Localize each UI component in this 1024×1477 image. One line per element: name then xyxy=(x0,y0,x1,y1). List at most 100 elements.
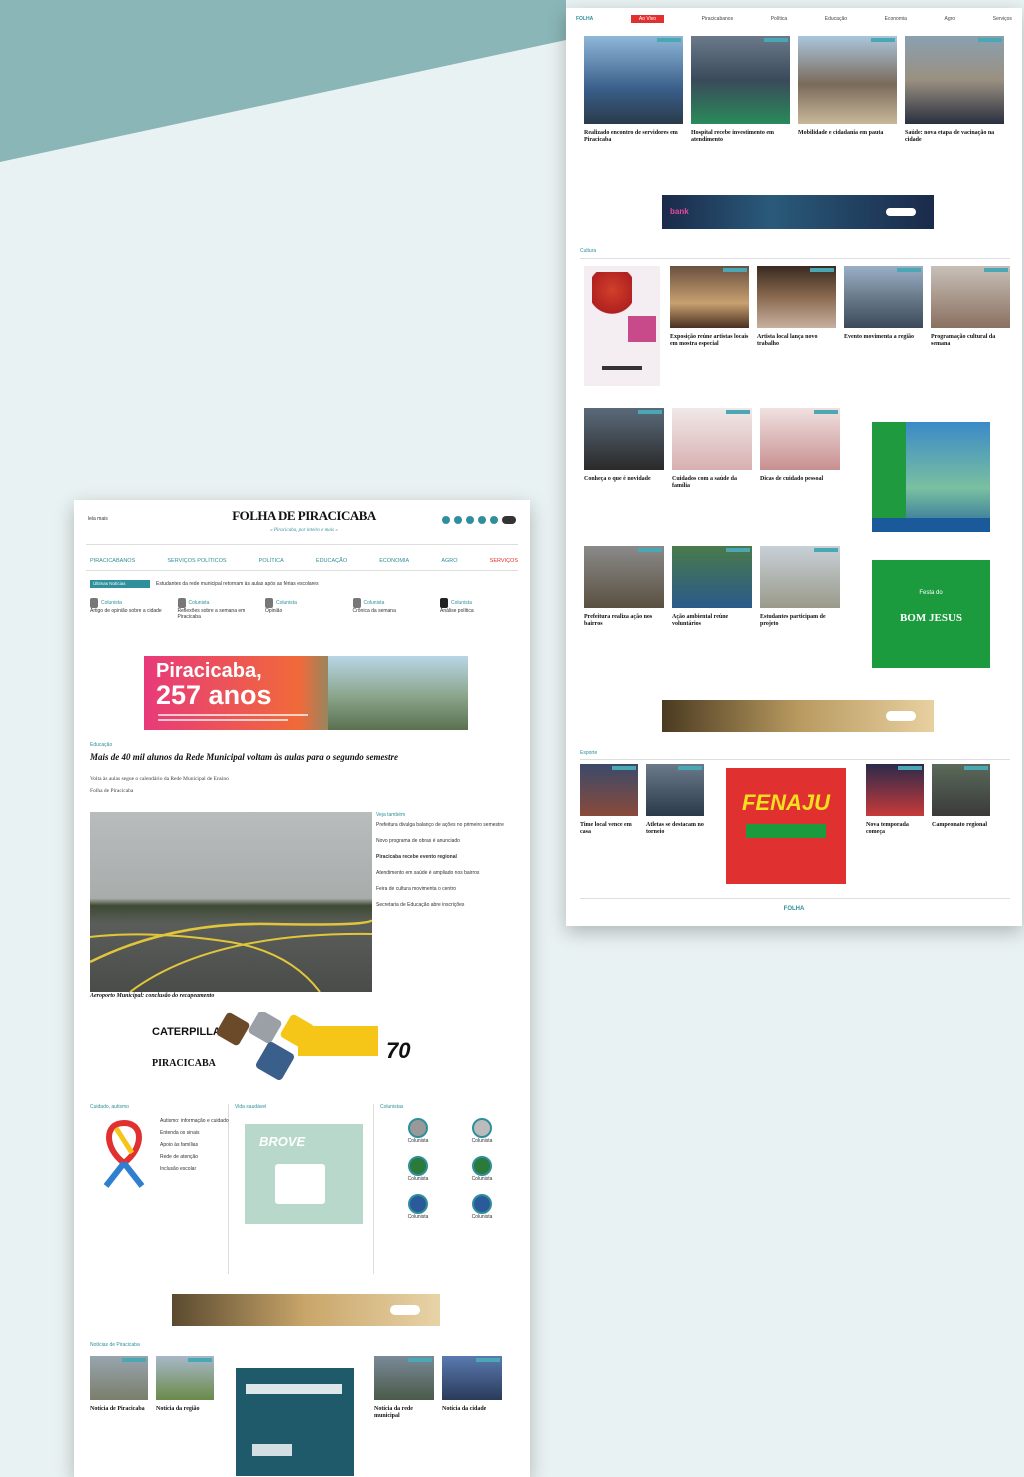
culture-section-title: Cultura xyxy=(580,248,597,254)
story-card[interactable]: Time local vence em casa xyxy=(580,764,638,836)
autism-widget: Cuidado, autismo Autismo: informação e c… xyxy=(90,1104,229,1274)
bank-ad-banner[interactable]: bank xyxy=(662,195,934,229)
story-card[interactable]: Realizado encontro de servidores em Pira… xyxy=(584,36,683,144)
health-ad[interactable]: BROVE xyxy=(245,1124,363,1224)
anniversary-banner[interactable]: Piracicaba, 257 anos xyxy=(144,656,468,730)
story-card[interactable]: Prefeitura realiza ação nos bairros xyxy=(584,546,664,628)
nav-item[interactable]: Economia xyxy=(885,16,907,22)
side-link[interactable]: Prefeitura divulga balanço de ações no p… xyxy=(376,822,516,828)
side-link[interactable]: Feira de cultura movimenta o centro xyxy=(376,886,516,892)
news-title[interactable]: Notícia de Piracicaba xyxy=(90,1406,146,1413)
lead-caption: Aeroporto Municipal: conclusão do recape… xyxy=(90,993,215,999)
story-card[interactable]: Artista local lança novo trabalho xyxy=(757,266,836,348)
columnist[interactable]: Colunista xyxy=(454,1118,510,1144)
social-icons xyxy=(442,516,516,524)
live-button[interactable]: Ao Vivo xyxy=(630,15,665,23)
columnist-card[interactable]: Colunista Opinião xyxy=(265,598,343,620)
columnists-widget: Colunistas Colunista Colunista Colunista… xyxy=(380,1104,518,1274)
nav-item[interactable]: PIRACICABANOS xyxy=(90,558,135,564)
twitter-icon[interactable] xyxy=(466,516,474,524)
columnist[interactable]: Colunista xyxy=(454,1194,510,1220)
bottom-section-title: Notícias de Piracicaba xyxy=(90,1342,140,1348)
nav-item[interactable]: Educação xyxy=(825,16,847,22)
tagline: « Piracicaba, por inteiro e mais » xyxy=(270,528,338,533)
real-estate-ad[interactable] xyxy=(872,422,990,532)
whatsapp-icon[interactable] xyxy=(490,516,498,524)
avatar xyxy=(352,598,361,608)
festival-ad[interactable]: Festa do BOM JESUS xyxy=(872,560,990,668)
story-card[interactable]: Evento movimenta a região xyxy=(844,266,923,348)
ticker-label: Últimas Notícias xyxy=(90,580,150,588)
side-link[interactable]: Piracicaba recebe evento regional xyxy=(376,854,516,860)
wood-ad-banner[interactable] xyxy=(662,700,934,732)
columnist[interactable]: Colunista xyxy=(454,1156,510,1182)
columnist-card[interactable]: Colunista Análise política xyxy=(440,598,518,620)
nav-item[interactable]: Política xyxy=(771,16,787,22)
columnist-card[interactable]: Colunista Artigo de opinião sobre a cida… xyxy=(90,598,168,620)
story-card[interactable]: Programação cultural da semana xyxy=(931,266,1010,348)
side-link[interactable]: Novo programa de obras é anunciado xyxy=(376,838,516,844)
dark-mode-toggle[interactable] xyxy=(502,516,516,524)
lead-title[interactable]: Mais de 40 mil alunos da Rede Municipal … xyxy=(90,752,490,762)
lead-side-links: Veja também Prefeitura divulga balanço d… xyxy=(376,812,516,918)
city-stories: Prefeitura realiza ação nos bairros Ação… xyxy=(584,546,844,628)
site-logo[interactable]: FOLHA DE PIRACICABA xyxy=(224,508,384,524)
columnist-card[interactable]: Colunista Crônica da semana xyxy=(352,598,431,620)
story-card[interactable]: Cuidados com a saúde da família xyxy=(672,408,752,490)
story-card[interactable]: Estudantes participam de projeto xyxy=(760,546,840,628)
facebook-icon[interactable] xyxy=(442,516,450,524)
story-card[interactable]: Ação ambiental reúne voluntários xyxy=(672,546,752,628)
caterpillar-ad[interactable]: CATERPILLAR PIRACICABA 70 xyxy=(148,1012,472,1092)
footer-logo[interactable]: FOLHA xyxy=(566,906,1022,912)
header-left-link[interactable]: leia mais xyxy=(88,516,108,522)
avatar xyxy=(265,598,273,608)
nav-item[interactable]: SERVIÇOS xyxy=(490,558,518,564)
nav-item[interactable]: Piracicabanos xyxy=(702,16,733,22)
story-card[interactable]: Hospital recebe investimento em atendime… xyxy=(691,36,790,144)
story-card[interactable]: Exposição reúne artistas locais em mostr… xyxy=(670,266,749,348)
top-nav: FOLHA Ao Vivo Piracicabanos Política Edu… xyxy=(576,15,1012,23)
nav-item[interactable]: AGRO xyxy=(441,558,457,564)
nav-item[interactable]: EDUCAÇÃO xyxy=(316,558,347,564)
news-title[interactable]: Notícia da rede municipal xyxy=(374,1406,432,1420)
sidebar-ad[interactable] xyxy=(236,1368,354,1476)
nav-item[interactable]: ECONOMIA xyxy=(379,558,409,564)
lead-subtitle: Volta às aulas segue o calendário da Red… xyxy=(90,776,229,782)
health-widget: Vida saudável BROVE xyxy=(235,1104,374,1274)
ticker-text[interactable]: Estudantes da rede municipal retornam às… xyxy=(156,581,476,587)
nav-item[interactable]: POLÍTICA xyxy=(259,558,284,564)
magazine-cover[interactable] xyxy=(584,266,660,386)
columnists-row: Colunista Artigo de opinião sobre a cida… xyxy=(90,598,518,620)
columnist[interactable]: Colunista xyxy=(390,1156,446,1182)
sports-ad[interactable]: FENAJU xyxy=(726,768,846,884)
side-link[interactable]: Secretaria de Educação abre inscrições xyxy=(376,902,516,908)
news-title[interactable]: Notícia da região xyxy=(156,1406,212,1413)
news-title[interactable]: Notícia da cidade xyxy=(442,1406,500,1413)
nav-item[interactable]: Serviços xyxy=(993,16,1012,22)
story-card[interactable]: Campeonato regional xyxy=(932,764,990,829)
nav-item[interactable]: SERVIÇOS POLÍTICOS xyxy=(167,558,226,564)
columnist[interactable]: Colunista xyxy=(390,1194,446,1220)
wood-ad-banner[interactable] xyxy=(172,1294,440,1326)
top-stories: Realizado encontro de servidores em Pira… xyxy=(584,36,1004,144)
story-card[interactable]: Nova temporada começa xyxy=(866,764,924,836)
sports-row: Time local vence em casa Atletas se dest… xyxy=(580,764,1010,894)
columnist-card[interactable]: Colunista Reflexões sobre a semana em Pi… xyxy=(177,598,256,620)
main-nav: PIRACICABANOS SERVIÇOS POLÍTICOS POLÍTIC… xyxy=(90,558,518,564)
small-logo[interactable]: FOLHA xyxy=(576,16,593,22)
side-link[interactable]: Atendimento em saúde é ampliado nos bair… xyxy=(376,870,516,876)
story-card[interactable]: Dicas de cuidado pessoal xyxy=(760,408,840,490)
ribbon-icon xyxy=(103,1119,145,1188)
nav-item[interactable]: Agro xyxy=(945,16,956,22)
story-card[interactable]: Atletas se destacam no torneio xyxy=(646,764,704,836)
avatar xyxy=(90,598,98,608)
columnist[interactable]: Colunista xyxy=(390,1118,446,1144)
avatar xyxy=(440,598,448,608)
story-card[interactable]: Mobilidade e cidadania em pauta xyxy=(798,36,897,144)
story-card[interactable]: Saúde: nova etapa de vacinação na cidade xyxy=(905,36,1004,144)
story-card[interactable]: Conheça o que é novidade xyxy=(584,408,664,490)
lead-section[interactable]: Educação xyxy=(90,742,112,748)
lead-image-runway[interactable] xyxy=(90,812,372,992)
instagram-icon[interactable] xyxy=(454,516,462,524)
youtube-icon[interactable] xyxy=(478,516,486,524)
